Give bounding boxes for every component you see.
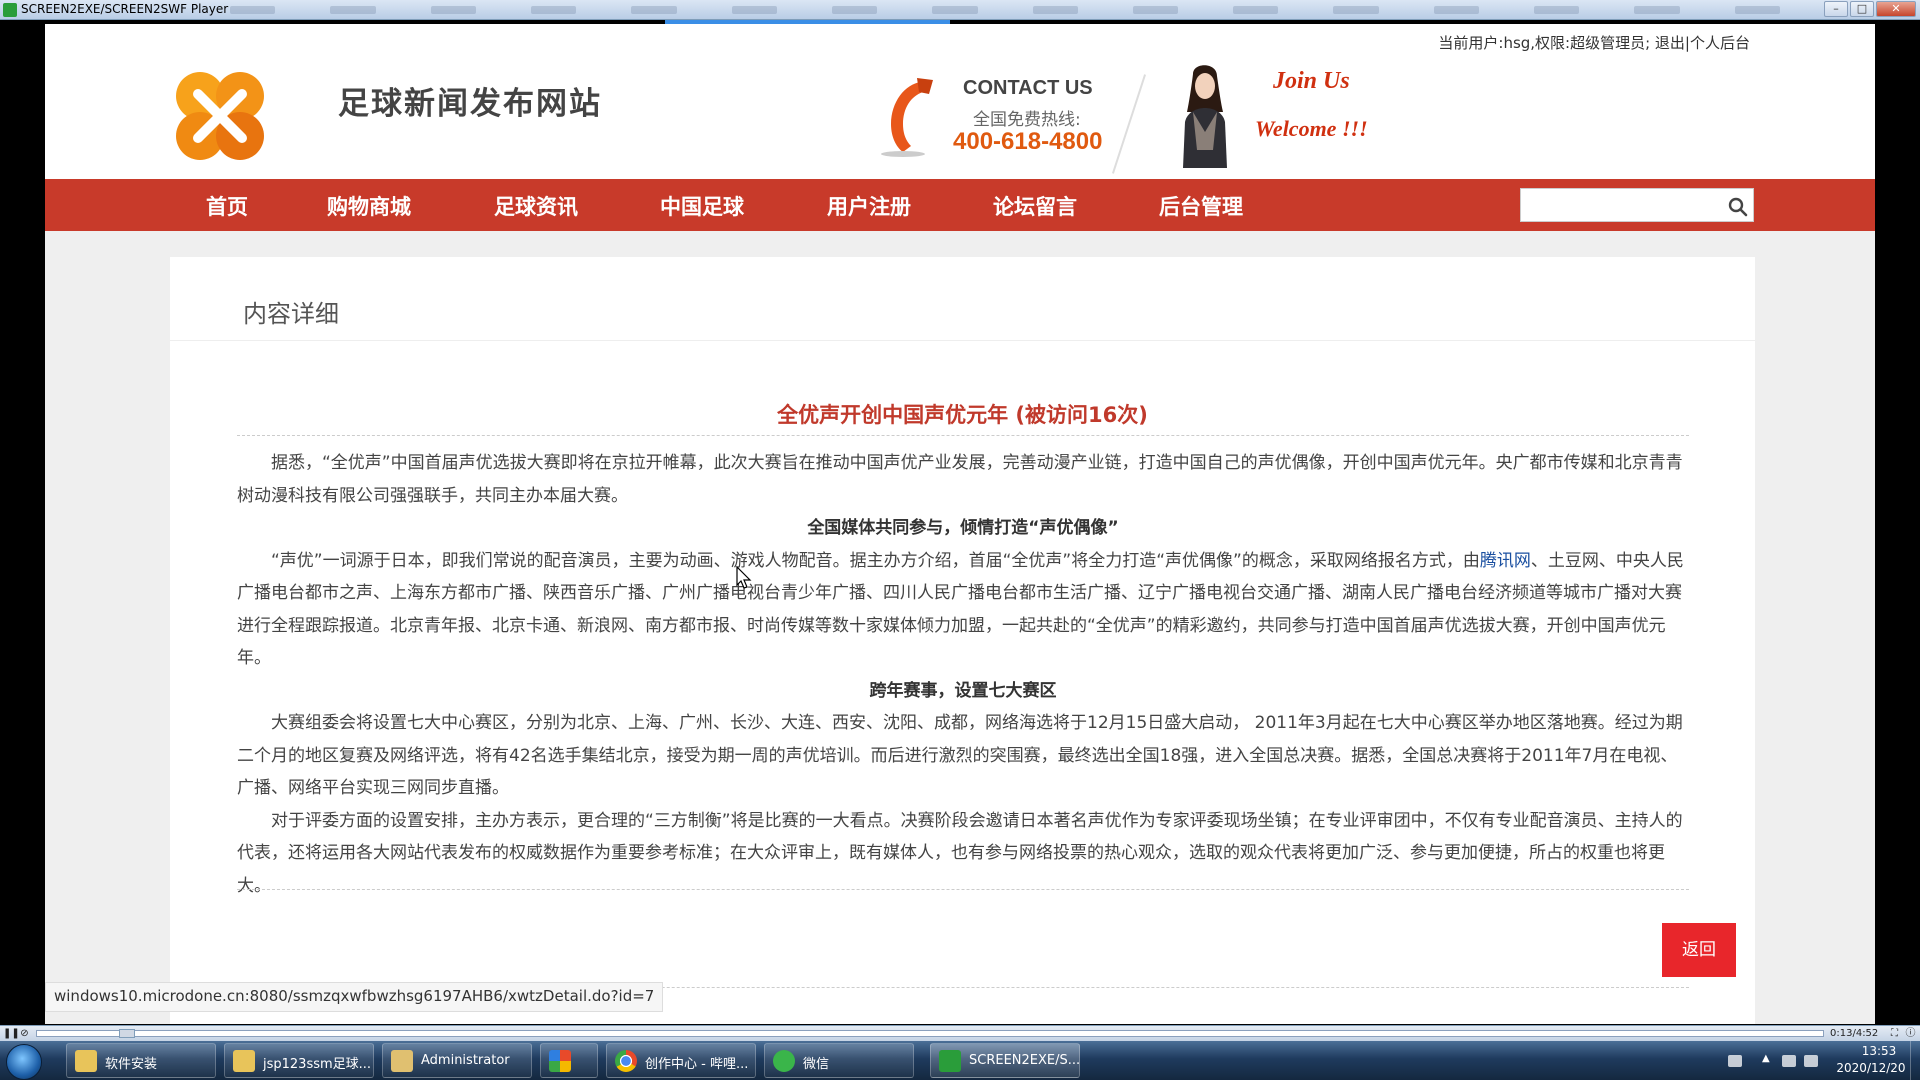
nav-football-news[interactable]: 足球资讯: [494, 191, 578, 221]
clock-time[interactable]: 13:53: [1849, 1044, 1909, 1058]
panel-title: 内容详细: [243, 300, 339, 328]
article-title: 全优声开创中国声优元年 (被访问16次): [777, 403, 1148, 427]
screen2exe-icon: [939, 1050, 961, 1072]
nav-admin[interactable]: 后台管理: [1159, 191, 1243, 221]
join-us-text: Join Us: [1273, 68, 1350, 94]
color-app-icon: [549, 1050, 571, 1072]
volume-icon[interactable]: [1782, 1055, 1796, 1067]
minimize-button[interactable]: –: [1824, 1, 1848, 17]
left-letterbox: [0, 20, 45, 1025]
taskbar-item-screen2exe[interactable]: SCREEN2EXE/S...: [930, 1043, 1080, 1078]
player-title-bar: SCREEN2EXE/SCREEN2SWF Player – □ ✕: [0, 0, 1920, 20]
info-icon[interactable]: ⓘ: [1904, 1027, 1917, 1040]
wechat-icon: [773, 1050, 795, 1072]
header-divider: [1111, 74, 1147, 174]
playback-time: 0:13/4:52: [1830, 1028, 1879, 1039]
seek-track[interactable]: [36, 1030, 1824, 1037]
taskbar-item-software[interactable]: 软件安装: [66, 1043, 216, 1078]
article-body: 据悉，“全优声”中国首届声优选拔大赛即将在京拉开帷幕，此次大赛旨在推动中国声优产…: [237, 447, 1689, 902]
seek-thumb[interactable]: [119, 1029, 135, 1038]
site-title: 足球新闻发布网站: [338, 86, 602, 122]
girl-portrait-icon: [1183, 65, 1227, 168]
article-subheading: 全国媒体共同参与，倾情打造“声优偶像”: [807, 518, 1119, 538]
welcome-text: Welcome !!!: [1255, 116, 1368, 141]
fullscreen-icon[interactable]: ⛶: [1888, 1027, 1901, 1040]
show-desktop-button[interactable]: [1910, 1041, 1920, 1080]
folder-icon: [233, 1050, 255, 1072]
start-button[interactable]: [6, 1044, 42, 1080]
website-viewport: 当前用户:hsg,权限:超级管理员; 退出|个人后台 足球新闻发布网站 CONT…: [45, 24, 1875, 1024]
taskbar-item-administrator[interactable]: Administrator: [382, 1043, 532, 1078]
article-subheading: 跨年赛事，设置七大赛区: [869, 680, 1057, 701]
tray-expand-icon[interactable]: ▲: [1762, 1053, 1770, 1065]
hotline-number: 400-618-4800: [953, 128, 1103, 155]
back-button[interactable]: 返回: [1662, 923, 1736, 977]
stop-icon[interactable]: ⊘: [18, 1027, 31, 1040]
article-paragraph: 据悉，“全优声”中国首届声优选拔大赛即将在京拉开帷幕，此次大赛旨在推动中国声优产…: [237, 453, 1683, 506]
body-divider: [237, 889, 1689, 890]
taskbar-item-chrome[interactable]: 创作中心 - 哔哩...: [606, 1043, 756, 1078]
nav-shop[interactable]: 购物商城: [327, 191, 411, 221]
content-panel: 内容详细 全优声开创中国声优元年 (被访问16次) 据悉，“全优声”中国首届声优…: [170, 257, 1755, 1024]
ghost-tab-strip: [230, 6, 1780, 16]
article-paragraph: 对于评委方面的设置安排，主办方表示，更合理的“三方制衡”将是比赛的一大看点。决赛…: [237, 810, 1683, 896]
nav-home[interactable]: 首页: [206, 191, 248, 221]
network-icon[interactable]: [1804, 1055, 1818, 1067]
app-icon: [3, 3, 17, 17]
search-icon[interactable]: [1727, 196, 1749, 218]
keyboard-icon[interactable]: [1728, 1055, 1742, 1067]
mouse-cursor-icon: [736, 566, 752, 589]
window-title: SCREEN2EXE/SCREEN2SWF Player: [21, 2, 229, 16]
taskbar-item-app[interactable]: [540, 1043, 598, 1078]
title-divider: [237, 435, 1689, 436]
tencent-link[interactable]: 腾讯网: [1480, 551, 1531, 571]
nav-china-football[interactable]: 中国足球: [660, 191, 744, 221]
search-input[interactable]: [1520, 188, 1754, 222]
user-folder-icon: [391, 1050, 413, 1072]
right-letterbox: [1875, 20, 1920, 1025]
close-button[interactable]: ✕: [1876, 1, 1916, 17]
taskbar: 软件安装 jsp123ssm足球... Administrator 创作中心 -…: [0, 1041, 1920, 1080]
phone-icon: [881, 78, 933, 157]
site-logo[interactable]: [170, 66, 270, 166]
chrome-icon: [615, 1050, 637, 1072]
folder-icon: [75, 1050, 97, 1072]
main-nav: 首页 购物商城 足球资讯 中国足球 用户注册 论坛留言 后台管理: [45, 179, 1875, 231]
pause-icon[interactable]: ❚❚: [3, 1027, 20, 1040]
hotline-label: 全国免费热线:: [973, 110, 1081, 130]
nav-forum[interactable]: 论坛留言: [993, 191, 1077, 221]
taskbar-item-jsp-project[interactable]: jsp123ssm足球...: [224, 1043, 374, 1078]
contact-heading: CONTACT US: [963, 77, 1093, 99]
window-controls: – □ ✕: [1824, 1, 1916, 17]
nav-register[interactable]: 用户注册: [827, 191, 911, 221]
maximize-button[interactable]: □: [1850, 1, 1874, 17]
article-paragraph: “声优”一词源于日本，即我们常说的配音演员，主要为动画、游戏人物配音。据主办方介…: [237, 550, 1684, 669]
clock-date[interactable]: 2020/12/20: [1833, 1061, 1909, 1075]
user-info-bar[interactable]: 当前用户:hsg,权限:超级管理员; 退出|个人后台: [1375, 32, 1875, 53]
taskbar-item-wechat[interactable]: 微信: [764, 1043, 914, 1078]
player-controls: ❚❚ ⊘ 0:13/4:52 ⛶ ⓘ: [0, 1025, 1920, 1041]
panel-header: 内容详细: [170, 257, 1755, 341]
article-paragraph: 大赛组委会将设置七大中心赛区，分别为北京、上海、广州、长沙、大连、西安、沈阳、成…: [237, 713, 1683, 798]
link-status-url: windows10.microdone.cn:8080/ssmzqxwfbwzh…: [45, 982, 664, 1012]
